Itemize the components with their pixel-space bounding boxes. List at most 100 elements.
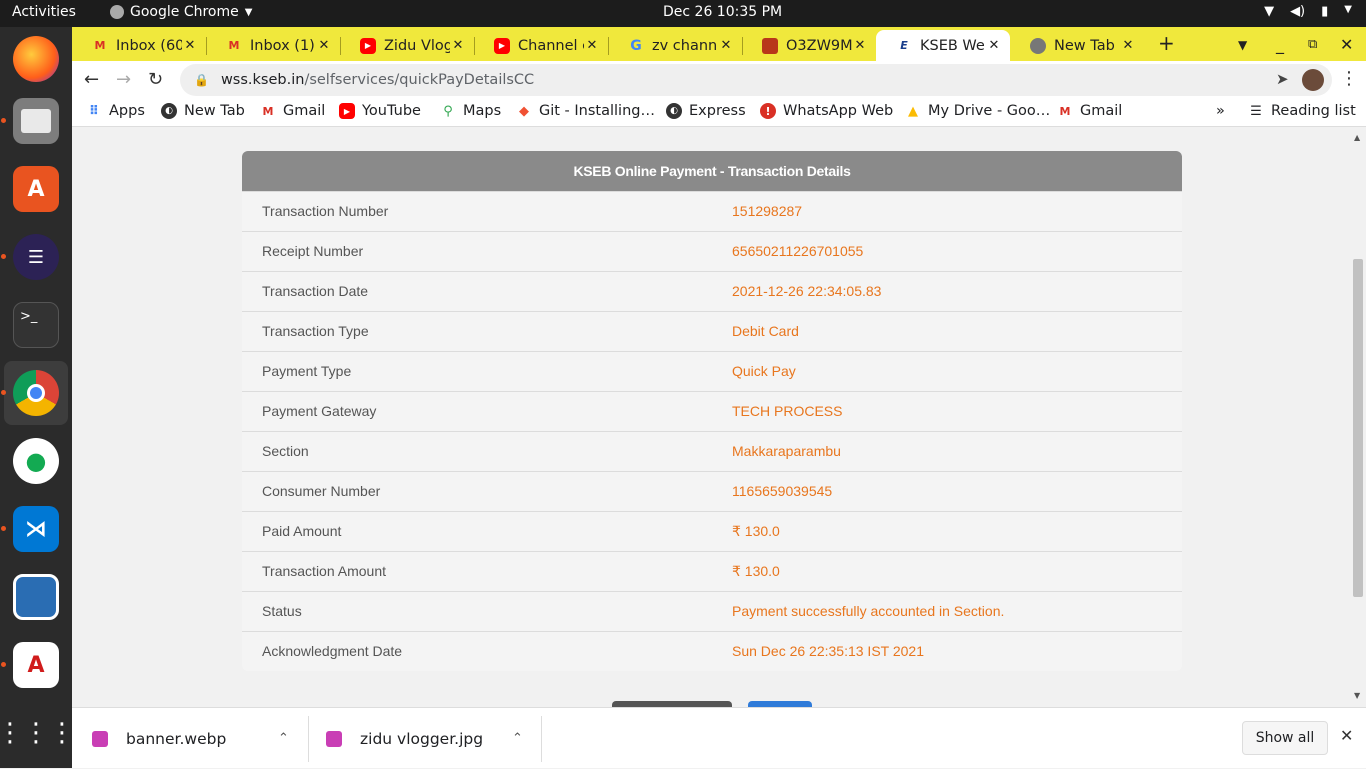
page-viewport: KSEB Online Payment - Transaction Detail… [72, 127, 1366, 707]
app-menu[interactable]: Google Chrome ▼ [110, 4, 252, 20]
close-downloads-icon[interactable]: ✕ [1340, 726, 1353, 745]
tab-search-button[interactable]: ▼ [1238, 38, 1247, 52]
detail-label: Acknowledgment Date [262, 643, 403, 659]
close-icon[interactable]: ✕ [852, 38, 868, 53]
chrome-icon [13, 370, 59, 416]
close-icon[interactable]: ✕ [1120, 38, 1136, 53]
software-store-icon: A [13, 166, 59, 212]
tab-inbox-2[interactable]: M Inbox (1) - ✕ [206, 30, 340, 61]
chevron-up-icon[interactable]: ⌃ [512, 731, 523, 746]
download-item[interactable]: zidu vlogger.jpg ⌃ [326, 708, 542, 769]
dock-firefox[interactable] [4, 27, 68, 91]
tab-channel[interactable]: ▶ Channel c ✕ [474, 30, 608, 61]
bookmark-gmail[interactable]: M Gmail [260, 103, 326, 119]
dock-solitaire[interactable]: A [4, 633, 68, 697]
profile-avatar[interactable] [1302, 69, 1324, 91]
clock[interactable]: Dec 26 10:35 PM [663, 4, 782, 20]
close-icon[interactable]: ✕ [316, 38, 332, 53]
bookmark-label: YouTube [362, 103, 421, 119]
bookmark-new-tab[interactable]: ◐ New Tab [161, 103, 245, 119]
tab-new-tab[interactable]: New Tab ✕ [1010, 30, 1144, 61]
new-tab-button[interactable]: + [1158, 31, 1175, 55]
forward-button[interactable]: → [116, 69, 131, 90]
tab-google-search[interactable]: G zv channe ✕ [608, 30, 742, 61]
detail-value: TECH PROCESS [732, 403, 843, 419]
chevron-up-icon[interactable]: ⌃ [278, 731, 289, 746]
back-button[interactable]: ← [84, 69, 99, 90]
detail-value: 65650211226701055 [732, 243, 864, 259]
bookmark-label: New Tab [184, 103, 245, 119]
bookmark-label: Maps [463, 103, 502, 119]
tab-inbox-1[interactable]: M Inbox (60 ✕ [72, 30, 206, 61]
activities-button[interactable]: Activities [12, 4, 76, 20]
scroll-up-icon[interactable]: ▲ [1354, 133, 1360, 142]
eclipse-icon: ☰ [13, 234, 59, 280]
chrome-menu-button[interactable]: ⋮ [1340, 68, 1358, 89]
detail-row: Section Makkaraparambu [242, 431, 1182, 471]
tab-kseb-web[interactable]: E KSEB Web ✕ [876, 30, 1010, 61]
bookmark-label: Apps [109, 103, 145, 119]
globe-icon: ◐ [161, 103, 177, 119]
globe-icon: ◐ [666, 103, 682, 119]
tab-o3zw9m[interactable]: O3ZW9M ✕ [742, 30, 876, 61]
chrome-icon [1030, 37, 1046, 54]
download-separator [308, 716, 309, 762]
detail-label: Paid Amount [262, 523, 342, 539]
youtube-icon: ▶ [339, 103, 355, 119]
chevron-right-icon: » [1216, 103, 1225, 119]
show-all-button[interactable]: Show all [1242, 721, 1328, 755]
dock-mongodb[interactable]: ● [4, 429, 68, 493]
close-icon[interactable]: ✕ [986, 38, 1002, 53]
mongodb-icon: ● [13, 438, 59, 484]
window-close-button[interactable]: ✕ [1340, 35, 1353, 54]
close-icon[interactable]: ✕ [182, 38, 198, 53]
download-item[interactable]: banner.webp ⌃ [92, 708, 308, 769]
reading-list-label: Reading list [1271, 103, 1356, 119]
page-scrollbar[interactable]: ▲ ▼ [1350, 127, 1366, 707]
dock-files[interactable] [4, 89, 68, 153]
tab-title: KSEB Web [920, 37, 986, 54]
bookmark-my-drive[interactable]: ▲ My Drive - Goo… [905, 103, 1050, 119]
bookmark-maps[interactable]: ⚲ Maps [440, 103, 501, 119]
reading-list-button[interactable]: ☰ Reading list [1248, 103, 1356, 119]
dock-vscode[interactable]: ⋊ [4, 497, 68, 561]
tab-zidu-vlog[interactable]: ▶ Zidu Vlog ✕ [340, 30, 474, 61]
system-top-bar: Activities Google Chrome ▼ Dec 26 10:35 … [0, 0, 1366, 27]
dock-chrome[interactable] [4, 361, 68, 425]
reading-list-icon: ☰ [1250, 103, 1262, 119]
dock-eclipse[interactable]: ☰ [4, 225, 68, 289]
reload-button[interactable]: ↻ [148, 69, 163, 90]
maximize-button[interactable]: ⧉ [1308, 37, 1317, 52]
address-bar[interactable]: 🔒 wss.kseb.in/selfservices/quickPayDetai… [180, 64, 1332, 96]
system-tray[interactable]: ▼ ◀) ▮ ▼ [1264, 4, 1352, 19]
image-file-icon [92, 730, 108, 747]
kseb-icon: E [900, 39, 908, 52]
dock-terminal[interactable]: >_ [4, 293, 68, 357]
bookmark-gmail-2[interactable]: M Gmail [1057, 103, 1123, 119]
dock-image-viewer[interactable] [4, 565, 68, 629]
scrollbar-thumb[interactable] [1353, 259, 1363, 597]
scroll-down-icon[interactable]: ▼ [1354, 691, 1360, 700]
app-name: Google Chrome [130, 4, 239, 20]
minimize-button[interactable]: _ [1276, 35, 1284, 54]
close-icon[interactable]: ✕ [584, 38, 600, 53]
tab-title: Inbox (1) - [250, 37, 316, 54]
dock-software[interactable]: A [4, 157, 68, 221]
bookmark-express[interactable]: ◐ Express [666, 103, 746, 119]
cards-icon: A [13, 642, 59, 688]
bookmark-whatsapp[interactable]: ! WhatsApp Web [760, 103, 893, 119]
tab-title: New Tab [1054, 37, 1115, 54]
bookmark-apps[interactable]: ⠿ Apps [86, 103, 145, 119]
youtube-icon: ▶ [494, 37, 510, 54]
bookmark-label: My Drive - Goo… [928, 103, 1051, 119]
close-icon[interactable]: ✕ [718, 38, 734, 53]
bookmark-youtube[interactable]: ▶ YouTube [339, 103, 421, 119]
bookmark-git[interactable]: ◆ Git - Installing… [516, 103, 655, 119]
more-bookmarks-button[interactable]: » [1216, 103, 1225, 119]
google-icon: G [630, 37, 642, 54]
detail-label: Transaction Number [262, 203, 389, 219]
send-to-device-icon[interactable]: ➤ [1276, 70, 1289, 88]
dock-show-apps[interactable]: ⋮⋮⋮ [0, 701, 75, 765]
close-icon[interactable]: ✕ [450, 38, 466, 53]
maps-icon: ⚲ [443, 103, 453, 119]
